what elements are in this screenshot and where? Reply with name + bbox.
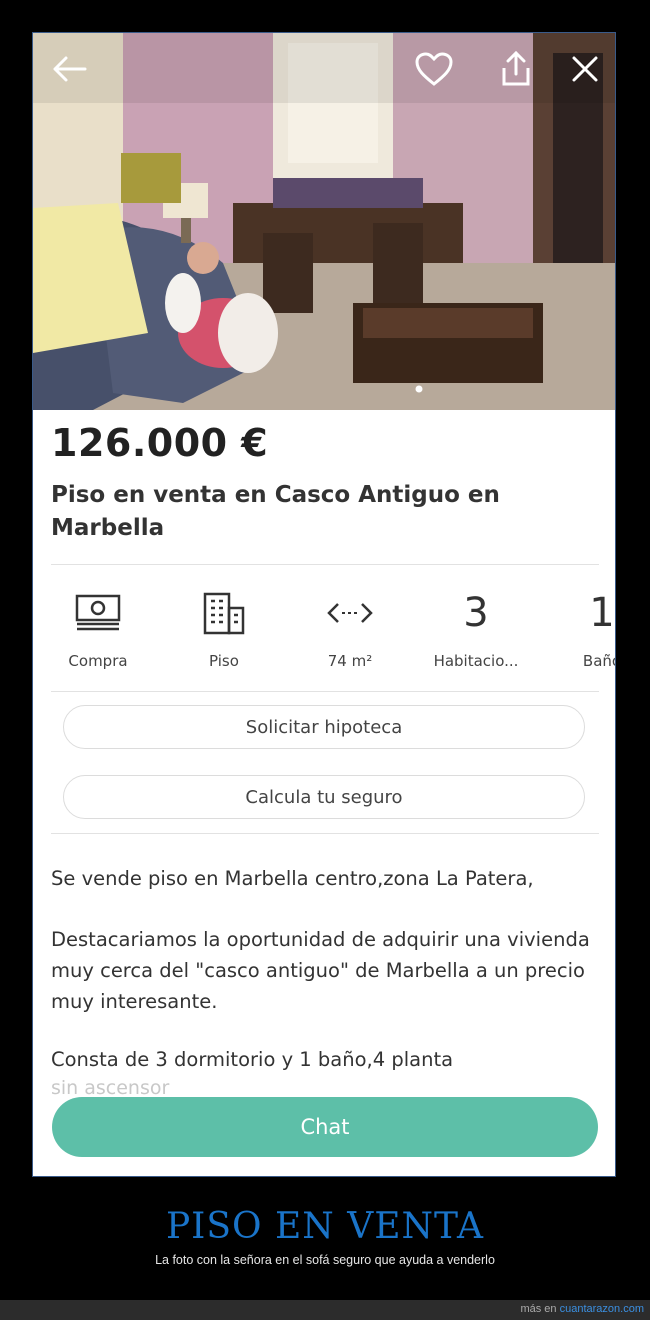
divider xyxy=(51,691,599,692)
feature-label: 74 m² xyxy=(327,652,373,670)
favorite-button[interactable] xyxy=(412,47,456,91)
feature-label: Baño xyxy=(582,652,615,670)
feature-type: Piso xyxy=(169,588,279,670)
site-link[interactable]: cuantarazon.com xyxy=(560,1303,644,1315)
description-paragraph: Destacariamos la oportunidad de adquirir… xyxy=(51,928,590,1013)
footer-text: más en cuantarazon.com xyxy=(520,1303,644,1315)
share-button[interactable] xyxy=(494,47,538,91)
listing-price: 126.000 € xyxy=(51,421,269,465)
back-arrow-icon xyxy=(53,56,87,82)
listing-title: Piso en venta en Casco Antiguo en Marbel… xyxy=(51,482,500,541)
building-icon xyxy=(203,592,245,635)
baths-count: 1 xyxy=(589,590,615,636)
rooms-count: 3 xyxy=(463,590,489,636)
feature-label: Piso xyxy=(209,652,239,670)
description-faded-text: sin ascensor xyxy=(51,1077,170,1099)
feature-operation: Compra xyxy=(43,588,153,670)
close-button[interactable] xyxy=(563,47,607,91)
feature-rooms: 3 Habitacio... xyxy=(421,588,531,670)
app-screenshot: 126.000 € Piso en venta en Casco Antiguo… xyxy=(32,32,616,1177)
feature-label: Habitacio... xyxy=(433,652,519,670)
footer-prefix: más en xyxy=(520,1303,557,1315)
caption-title: PISO EN VENTA xyxy=(165,1206,485,1247)
calculate-insurance-button[interactable]: Calcula tu seguro xyxy=(63,775,585,819)
banknote-icon xyxy=(75,594,121,631)
area-arrows-icon xyxy=(327,603,373,623)
close-icon xyxy=(572,56,598,82)
back-button[interactable] xyxy=(47,47,91,91)
share-icon xyxy=(502,50,530,86)
features-row: Compra Piso 74 m² 3 Habitacio... 1 Baño xyxy=(33,588,615,688)
listing-photo[interactable] xyxy=(33,33,615,410)
footer-bar: más en cuantarazon.com xyxy=(0,1300,650,1320)
feature-baths: 1 Baño xyxy=(547,588,615,670)
divider xyxy=(51,564,599,565)
feature-label: Compra xyxy=(68,652,128,670)
request-mortgage-button[interactable]: Solicitar hipoteca xyxy=(63,705,585,749)
divider xyxy=(51,833,599,834)
caption-subtitle: La foto con la señora en el sofá seguro … xyxy=(155,1253,495,1267)
description-paragraph: Se vende piso en Marbella centro,zona La… xyxy=(51,867,534,890)
chat-button[interactable]: Chat xyxy=(52,1097,598,1157)
description-paragraph: Consta de 3 dormitorio y 1 baño,4 planta xyxy=(51,1048,454,1071)
heart-icon xyxy=(415,52,453,86)
feature-area: 74 m² xyxy=(295,588,405,670)
